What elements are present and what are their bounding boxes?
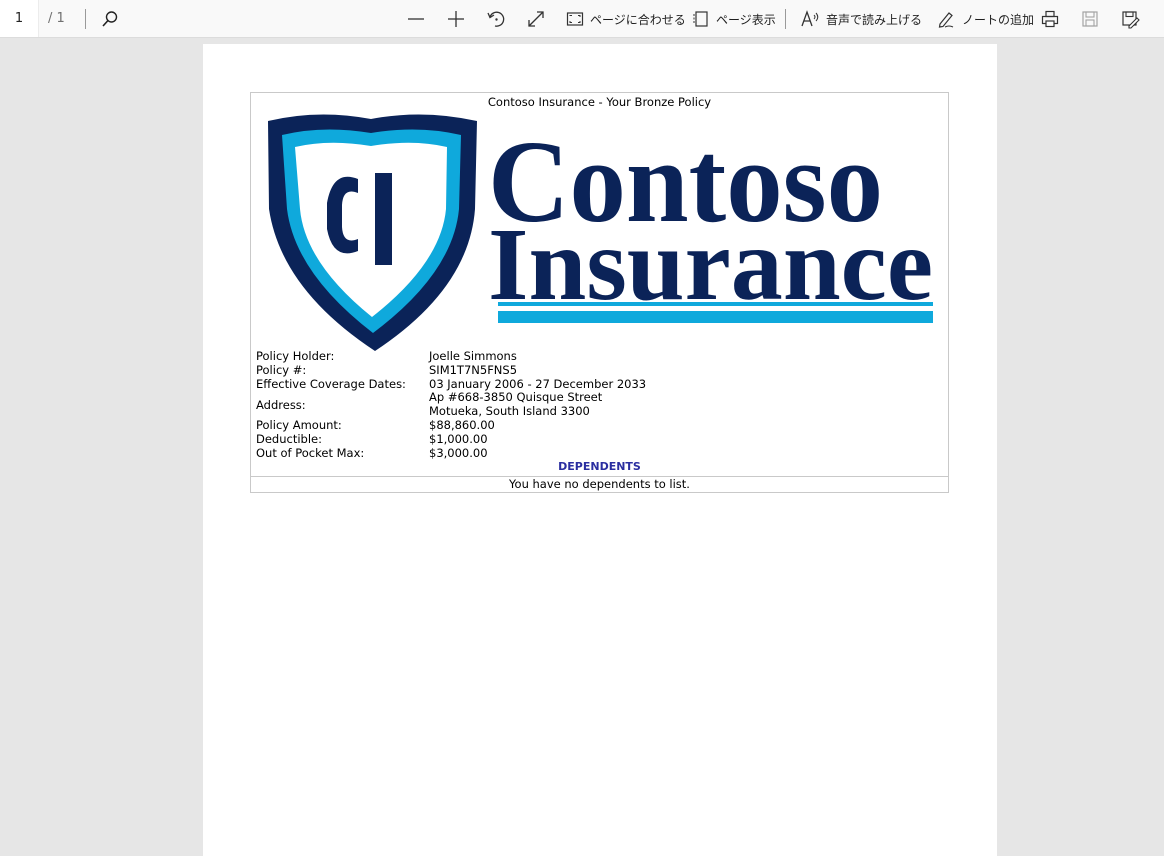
print-button[interactable] <box>1040 3 1060 35</box>
zoom-out-icon <box>406 9 426 29</box>
read-aloud-label: 音声で読み上げる <box>826 12 923 27</box>
page-view-icon <box>692 10 710 28</box>
fullscreen-button[interactable] <box>526 3 546 35</box>
add-notes-label: ノートの追加 <box>962 12 1035 27</box>
field-label: Policy Holder: <box>256 349 335 363</box>
fit-page-button[interactable]: ページに合わせる <box>566 3 686 35</box>
field-label: Out of Pocket Max: <box>256 446 365 460</box>
save-button[interactable] <box>1080 3 1100 35</box>
page-view-label: ページ表示 <box>716 12 776 27</box>
zoom-in-icon <box>446 9 466 29</box>
search-button[interactable] <box>100 3 120 35</box>
save-as-button[interactable] <box>1120 3 1140 35</box>
document-title: Contoso Insurance - Your Bronze Policy <box>487 95 712 109</box>
field-label: Effective Coverage Dates: <box>256 377 406 391</box>
field-label: Address: <box>256 398 306 412</box>
toolbar-divider <box>785 9 786 29</box>
add-notes-button[interactable]: ノートの追加 <box>936 3 1034 35</box>
fit-page-icon <box>566 10 584 28</box>
zoom-out-button[interactable] <box>406 3 426 35</box>
address-line-2: Motueka, South Island 3300 <box>429 404 590 418</box>
read-aloud-button[interactable]: 音声で読み上げる <box>800 3 922 35</box>
field-value: Joelle Simmons <box>429 349 517 363</box>
page-count: / 1 <box>48 11 65 26</box>
toolbar-divider <box>85 9 86 29</box>
field-label: Policy Amount: <box>256 418 342 432</box>
zoom-in-button[interactable] <box>446 3 466 35</box>
fit-page-label: ページに合わせる <box>590 12 686 27</box>
field-label: Deductible: <box>256 432 322 446</box>
page-number-input[interactable]: 1 <box>0 0 39 37</box>
pdf-toolbar: 1 / 1 ページに合わせる ページ表示 音声で読み上げる ノートの追加 <box>0 0 1164 38</box>
read-aloud-icon <box>800 9 820 29</box>
print-icon <box>1040 9 1060 29</box>
pdf-page: Contoso Insurance - Your Bronze Policy C… <box>203 44 997 856</box>
save-icon <box>1080 9 1100 29</box>
field-value: $1,000.00 <box>429 432 488 446</box>
dependents-heading: DEPENDENTS <box>558 460 641 473</box>
rotate-button[interactable] <box>486 3 506 35</box>
page-view-button[interactable]: ページ表示 <box>692 3 776 35</box>
save-as-icon <box>1120 9 1140 29</box>
field-label: Policy #: <box>256 363 307 377</box>
contoso-insurance-logo: Contoso Insurance <box>268 114 933 351</box>
dependents-message: You have no dependents to list. <box>509 477 690 491</box>
address-line-1: Ap #668-3850 Quisque Street <box>429 390 603 404</box>
page-number-value: 1 <box>14 11 24 26</box>
policy-document: Contoso Insurance - Your Bronze Policy C… <box>250 92 949 493</box>
rotate-icon <box>486 9 506 29</box>
search-icon <box>100 9 120 29</box>
pen-icon <box>936 9 956 29</box>
shield-logo-icon <box>268 114 477 351</box>
field-value: SIM1T7N5FNS5 <box>429 363 518 377</box>
fullscreen-icon <box>526 9 546 29</box>
brand-underline-thin <box>498 302 933 306</box>
field-value: 03 January 2006 - 27 December 2033 <box>429 377 647 391</box>
field-value: $88,860.00 <box>429 418 495 432</box>
field-value: $3,000.00 <box>429 446 488 460</box>
brand-underline-thick <box>498 311 933 323</box>
